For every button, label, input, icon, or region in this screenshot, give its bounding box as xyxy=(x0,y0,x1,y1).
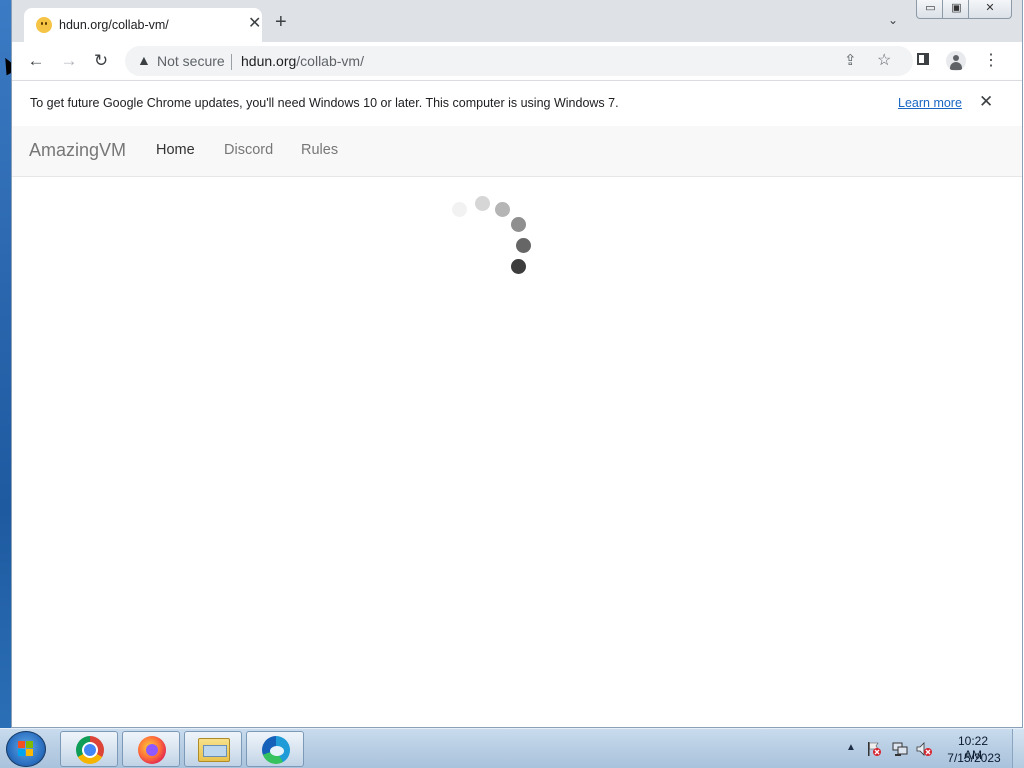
taskbar-edge-button[interactable] xyxy=(246,731,304,767)
warning-icon[interactable]: ▲ xyxy=(137,52,151,68)
spinner-dot xyxy=(516,238,531,253)
close-window-button[interactable]: ✕ xyxy=(968,0,1012,19)
tab-search-icon[interactable]: ⌄ xyxy=(888,13,898,27)
maximize-button[interactable]: ▣ xyxy=(942,0,971,19)
start-button[interactable] xyxy=(6,731,46,767)
url-path: /collab-vm/ xyxy=(296,53,364,69)
learn-more-link[interactable]: Learn more xyxy=(898,96,962,110)
infobar-close-icon[interactable]: ✕ xyxy=(979,92,993,112)
file-explorer-icon xyxy=(198,738,230,762)
chrome-window: hdun.org/collab-vm/ ✕ + ⌄ ▭ ▣ ✕ ← → ↻ ▲ … xyxy=(11,0,1023,728)
network-icon[interactable] xyxy=(892,741,908,757)
spinner-dot xyxy=(452,202,467,217)
kebab-menu-icon[interactable]: ⋮ xyxy=(983,50,999,72)
tab-close-icon[interactable]: ✕ xyxy=(248,15,261,33)
back-arrow-icon[interactable]: ← xyxy=(25,50,47,72)
not-secure-label[interactable]: Not secure xyxy=(157,53,225,69)
show-desktop-button[interactable] xyxy=(1012,729,1024,768)
tab-title: hdun.org/collab-vm/ xyxy=(59,18,169,32)
volume-muted-icon[interactable] xyxy=(916,741,932,757)
taskbar-chrome-button[interactable] xyxy=(60,731,118,767)
firefox-icon xyxy=(138,736,166,764)
url-host: hdun.org xyxy=(241,53,297,69)
spinner-dot xyxy=(511,259,526,274)
side-panel-icon[interactable] xyxy=(917,53,929,65)
loading-spinner xyxy=(448,193,548,283)
clock-date[interactable]: 7/15/2023 xyxy=(946,751,1002,765)
browser-toolbar: ← → ↻ ▲ Not secure hdun.org/collab-vm/ ⇪… xyxy=(12,42,1022,80)
spinner-dot xyxy=(511,217,526,232)
forward-arrow-icon[interactable]: → xyxy=(58,50,80,72)
edge-icon xyxy=(262,736,290,764)
url-text[interactable]: hdun.org/collab-vm/ xyxy=(241,53,364,69)
infobar-message: To get future Google Chrome updates, you… xyxy=(30,96,619,110)
spinner-dot xyxy=(475,196,490,211)
minimize-button[interactable]: ▭ xyxy=(916,0,945,19)
taskbar-firefox-button[interactable] xyxy=(122,731,180,767)
bookmark-star-icon[interactable]: ☆ xyxy=(877,50,891,70)
address-bar[interactable]: ▲ Not secure hdun.org/collab-vm/ ⇪ ☆ xyxy=(125,46,913,76)
desktop-background xyxy=(0,0,11,728)
spinner-dot xyxy=(495,202,510,217)
omnibox-divider xyxy=(231,54,232,70)
site-brand[interactable]: AmazingVM xyxy=(29,140,126,161)
new-tab-button[interactable]: + xyxy=(275,12,287,32)
nav-rules[interactable]: Rules xyxy=(301,142,338,158)
nav-discord[interactable]: Discord xyxy=(224,142,273,158)
site-navbar: AmazingVM Home Discord Rules xyxy=(12,126,1022,177)
reload-icon[interactable]: ↻ xyxy=(90,50,112,72)
action-center-flag-icon[interactable] xyxy=(866,741,882,757)
browser-tab[interactable]: hdun.org/collab-vm/ ✕ xyxy=(24,8,262,42)
windows-taskbar: ▲ 10:22 AM 7/15/2023 xyxy=(0,728,1024,768)
smiley-favicon-icon xyxy=(36,17,52,33)
chrome-icon xyxy=(76,736,104,764)
windows-logo-icon xyxy=(18,741,34,757)
nav-home[interactable]: Home xyxy=(156,142,195,158)
tab-strip: hdun.org/collab-vm/ ✕ + ⌄ ▭ ▣ ✕ xyxy=(12,0,1022,42)
update-infobar: To get future Google Chrome updates, you… xyxy=(12,80,1022,127)
share-icon[interactable]: ⇪ xyxy=(844,51,857,69)
tray-expand-icon[interactable]: ▲ xyxy=(846,742,856,753)
taskbar-explorer-button[interactable] xyxy=(184,731,242,767)
profile-avatar-icon[interactable] xyxy=(946,51,966,71)
